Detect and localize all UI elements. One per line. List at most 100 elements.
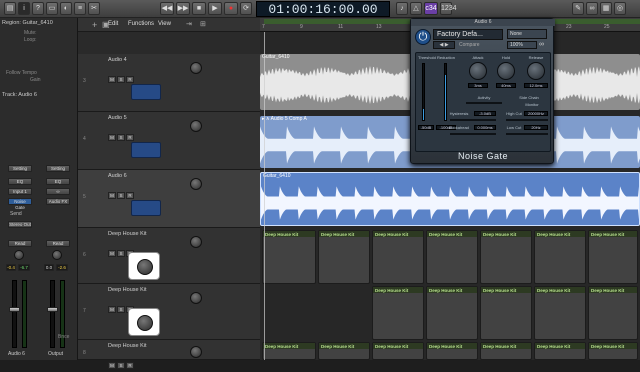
hold-value[interactable]: 40ms: [496, 83, 516, 88]
hysteresis-slider[interactable]: [450, 119, 496, 121]
apple-loops-button[interactable]: ◎: [614, 2, 626, 15]
drummer-region[interactable]: Deep House Kit: [262, 342, 316, 360]
smart-controls-button[interactable]: ◐: [60, 2, 72, 15]
track-name[interactable]: Deep House Kit: [108, 287, 147, 293]
solo-button[interactable]: S: [117, 306, 125, 313]
stop-button[interactable]: ■: [192, 2, 206, 15]
preset-nav-buttons[interactable]: ◀ ▶: [433, 41, 455, 49]
quick-help-button[interactable]: ?: [32, 2, 44, 15]
browser-button[interactable]: ▦: [600, 2, 612, 15]
compare-button[interactable]: Compare: [459, 41, 487, 49]
toolbar-button[interactable]: ▭: [46, 2, 58, 15]
volume-fader-right[interactable]: [47, 280, 58, 348]
mute-button[interactable]: M: [108, 362, 116, 369]
pan-knob-left[interactable]: [14, 250, 24, 260]
editors-button[interactable]: ✂: [88, 2, 100, 15]
drummer-region[interactable]: Deep House Kit: [372, 230, 424, 284]
region-audio-6[interactable]: Guitar_6410: [260, 172, 640, 226]
record-enable-button[interactable]: R: [126, 76, 134, 83]
catch-icon[interactable]: ⇥: [186, 20, 192, 28]
record-enable-button[interactable]: R: [126, 192, 134, 199]
play-button[interactable]: ▶: [208, 2, 222, 15]
track-pan-knob[interactable]: [190, 346, 202, 358]
edit-menu[interactable]: Edit: [108, 21, 118, 27]
track-name[interactable]: Deep House Kit: [108, 343, 147, 349]
loop-browser-button[interactable]: ∞: [586, 2, 598, 15]
preset-menu[interactable]: Factory Defa...: [433, 29, 503, 40]
high-cut-slider[interactable]: [506, 119, 548, 121]
drummer-region[interactable]: Deep House Kit: [534, 342, 586, 360]
tuner-button[interactable]: ♪: [396, 2, 408, 15]
rewind-button[interactable]: ◀◀: [160, 2, 174, 15]
track-header-deep-house-kit-2[interactable]: 7 Deep House Kit MSR: [78, 284, 260, 340]
monitor-label[interactable]: Monitor: [520, 102, 544, 107]
cycle-button[interactable]: ⟳: [240, 2, 252, 15]
region-header[interactable]: Region: Guitar_6410: [2, 20, 53, 26]
track-pan-knob[interactable]: [190, 62, 202, 74]
solo-button[interactable]: S: [117, 362, 125, 369]
track-header-audio-4[interactable]: 3 Audio 4 MSR: [78, 54, 260, 112]
power-button[interactable]: ⏻: [415, 29, 431, 45]
record-button[interactable]: ●: [224, 2, 238, 15]
record-enable-button[interactable]: R: [126, 362, 134, 369]
input-slot[interactable]: Input 1: [8, 188, 32, 195]
drummer-region[interactable]: Deep House Kit: [318, 230, 370, 284]
metronome-button[interactable]: △: [410, 2, 422, 15]
view-menu[interactable]: View: [158, 21, 171, 27]
mixer-button[interactable]: ≡: [74, 2, 86, 15]
snap-icon[interactable]: ⊞: [200, 20, 206, 28]
lookahead-slider[interactable]: [450, 133, 496, 135]
drummer-region[interactable]: Deep House Kit: [588, 230, 638, 284]
track-name[interactable]: Audio 5: [108, 115, 127, 121]
drummer-region[interactable]: Deep House Kit: [262, 230, 316, 284]
drummer-region[interactable]: Deep House Kit: [588, 286, 638, 340]
drummer-region[interactable]: Deep House Kit: [318, 342, 370, 360]
mode-badge[interactable]: c34: [424, 2, 438, 15]
drummer-region[interactable]: Deep House Kit: [426, 286, 478, 340]
volume-fader-left[interactable]: [9, 280, 20, 348]
setting-button-right[interactable]: Setting: [46, 165, 70, 172]
count-in-button[interactable]: 1234: [440, 2, 457, 15]
zoom-menu[interactable]: 100%: [507, 41, 537, 49]
drummer-region[interactable]: Deep House Kit: [480, 342, 532, 360]
drummer-region[interactable]: Deep House Kit: [372, 286, 424, 340]
stereo-out-slot[interactable]: Stereo Out: [8, 221, 32, 228]
fader-cap-left[interactable]: [9, 307, 20, 312]
drummer-region[interactable]: Deep House Kit: [480, 230, 532, 284]
read-button-right[interactable]: Read: [46, 240, 70, 247]
inspector-button[interactable]: i: [18, 2, 30, 15]
fader-cap-right[interactable]: [47, 307, 58, 312]
lookahead-value[interactable]: 0.000ms: [474, 125, 496, 130]
track-pan-knob[interactable]: [190, 292, 202, 304]
lcd-display[interactable]: 01:00:16:00.00: [256, 1, 390, 17]
add-track-icon[interactable]: +: [92, 20, 97, 30]
notepad-button[interactable]: ✎: [572, 2, 584, 15]
track-name[interactable]: Audio 6: [108, 173, 127, 179]
release-knob[interactable]: [527, 62, 545, 80]
link-icon-button[interactable]: ∞: [46, 188, 70, 195]
high-cut-value[interactable]: 20000Hz: [524, 111, 548, 116]
library-button[interactable]: ▤: [4, 2, 16, 15]
hysteresis-value[interactable]: -3.0dB: [474, 111, 496, 116]
track-header-deep-house-kit-1[interactable]: 6 Deep House Kit MSR: [78, 228, 260, 284]
low-cut-value[interactable]: 20Hz: [524, 125, 548, 130]
noise-gate-plugin-window[interactable]: Audio 6 ⏻ Factory Defa... None ◀ ▶ Compa…: [410, 18, 555, 164]
eq-button-left[interactable]: EQ: [8, 178, 32, 185]
solo-button[interactable]: S: [117, 192, 125, 199]
mute-button[interactable]: M: [108, 306, 116, 313]
record-enable-button[interactable]: R: [126, 134, 134, 141]
eq-button-right[interactable]: EQ: [46, 178, 70, 185]
playhead[interactable]: [264, 32, 265, 360]
hold-knob[interactable]: [497, 62, 515, 80]
drummer-region[interactable]: Deep House Kit: [534, 230, 586, 284]
link-icon[interactable]: ∞: [539, 41, 544, 48]
drummer-region[interactable]: Deep House Kit: [426, 230, 478, 284]
track-name[interactable]: Deep House Kit: [108, 231, 147, 237]
next-icon[interactable]: ▶: [445, 42, 449, 48]
drummer-region[interactable]: Deep House Kit: [534, 286, 586, 340]
attack-value[interactable]: 3ms: [468, 83, 488, 88]
solo-button[interactable]: S: [117, 76, 125, 83]
drummer-region[interactable]: Deep House Kit: [480, 286, 532, 340]
noise-gate-slot[interactable]: Noise Gate: [8, 198, 32, 210]
drummer-region[interactable]: Deep House Kit: [426, 342, 478, 360]
